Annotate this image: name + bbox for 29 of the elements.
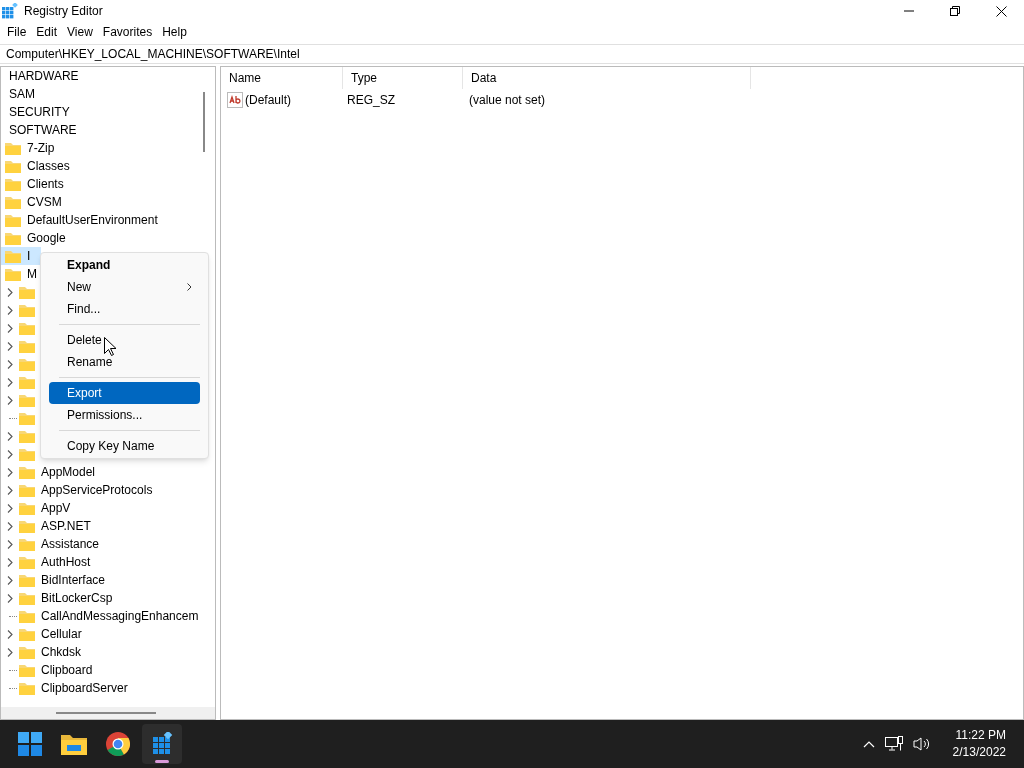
key-label: SOFTWARE bbox=[9, 122, 77, 139]
key-label: Chkdsk bbox=[41, 644, 81, 661]
key-label: AuthHost bbox=[41, 554, 91, 571]
key-label: AppV bbox=[41, 500, 71, 517]
key-label: HARDWARE bbox=[9, 68, 79, 85]
key-label: CVSM bbox=[27, 194, 62, 211]
key-label: AppServiceProtocols bbox=[41, 482, 153, 499]
key-label: Clients bbox=[27, 176, 64, 193]
key-label: SAM bbox=[9, 86, 35, 103]
key-label: AppModel bbox=[41, 464, 96, 481]
key-label: I bbox=[27, 248, 31, 265]
key-label: Google bbox=[27, 230, 66, 247]
key-label: Cellular bbox=[41, 626, 82, 643]
key-label: Clipboard bbox=[41, 662, 93, 679]
key-label: BitLockerCsp bbox=[41, 590, 113, 607]
key-label: Assistance bbox=[41, 536, 100, 553]
window-title: Registry Editor bbox=[24, 3, 103, 20]
key-label: M bbox=[27, 266, 37, 283]
key-label: DefaultUserEnvironment bbox=[27, 212, 158, 229]
value-data: (value not set) bbox=[468, 92, 546, 109]
key-label: ClipboardServer bbox=[41, 680, 128, 697]
key-label: 7-Zip bbox=[27, 140, 55, 157]
key-label: SECURITY bbox=[9, 104, 70, 121]
value-name: (Default) bbox=[245, 92, 291, 109]
key-label: Classes bbox=[27, 158, 70, 175]
key-label: ASP.NET bbox=[41, 518, 91, 535]
key-label: CallAndMessagingEnhancem bbox=[41, 608, 199, 625]
value-type: REG_SZ bbox=[346, 92, 396, 109]
key-label: BidInterface bbox=[41, 572, 106, 589]
